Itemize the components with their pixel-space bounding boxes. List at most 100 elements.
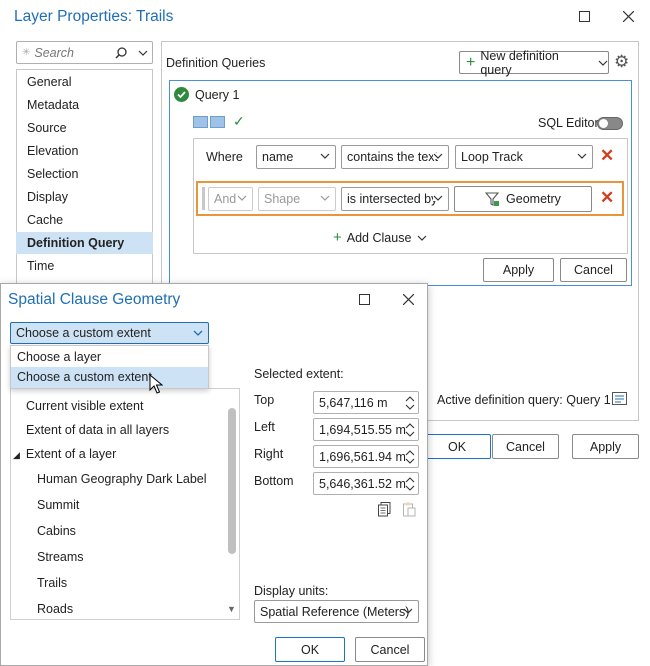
bottom-label: Bottom	[254, 474, 294, 488]
nav-item-general[interactable]: General	[16, 71, 153, 93]
geometry-label: Geometry	[506, 192, 561, 206]
value-select-loop-track[interactable]: Loop Track	[455, 145, 593, 169]
nav-item-label: Display	[27, 190, 68, 204]
paste-icon[interactable]	[403, 502, 416, 517]
nav-item-label: Definition Query	[27, 236, 125, 250]
copy-icon[interactable]	[378, 502, 391, 517]
nav-item-label: Time	[27, 259, 55, 273]
drag-handle[interactable]	[202, 187, 205, 210]
close-button[interactable]	[618, 6, 638, 26]
search-placeholder: Search	[34, 45, 74, 60]
spinner-icon[interactable]	[404, 447, 416, 467]
extent-type-select[interactable]: Choose a custom extent	[10, 322, 209, 344]
conjunction-select[interactable]: And	[208, 187, 253, 211]
close-button[interactable]	[398, 289, 418, 309]
ok-label: OK	[300, 642, 320, 657]
delete-clause-icon[interactable]: ✕	[600, 188, 614, 208]
spinner-icon[interactable]	[404, 420, 416, 440]
definition-queries-heading: Definition Queries	[166, 56, 266, 70]
chevron-down-icon	[320, 153, 330, 159]
tree-item-layer[interactable]: Summit	[37, 498, 79, 512]
operator-select-intersected[interactable]: is intersected by	[341, 187, 449, 211]
tree-item-layer[interactable]: Trails	[37, 576, 67, 590]
cancel-button[interactable]: Cancel	[492, 434, 559, 459]
apply-button[interactable]: Apply	[572, 434, 639, 459]
query-cancel-button[interactable]: Cancel	[560, 258, 627, 282]
ok-label: OK	[447, 439, 467, 454]
spinner-icon[interactable]	[404, 393, 416, 413]
apply-label: Apply	[502, 263, 535, 277]
dropdown-option-custom-extent[interactable]: Choose a custom extent	[11, 367, 208, 388]
display-units-select[interactable]: Spatial Reference (Meters)	[254, 600, 419, 623]
add-clause-button[interactable]: + Add Clause	[333, 229, 427, 246]
conjunction-value: And	[214, 192, 237, 206]
sparkle-icon: ✳	[22, 47, 31, 58]
scroll-down-icon[interactable]: ▼	[227, 604, 236, 614]
tree-item-all-layers-extent[interactable]: Extent of data in all layers	[26, 423, 169, 437]
top-input[interactable]: 5,647,116 m	[313, 391, 419, 414]
operator-select-contains[interactable]: contains the text	[341, 145, 449, 169]
sql-editor-toggle[interactable]	[597, 117, 623, 130]
sql-mode-icon[interactable]	[193, 116, 208, 128]
nav-item-display[interactable]: Display	[16, 186, 153, 208]
tree-group-label: Extent of a layer	[25, 447, 117, 461]
nav-item-time[interactable]: Time	[16, 255, 153, 277]
nav-item-label: General	[27, 75, 72, 89]
tree-item-layer[interactable]: Streams	[37, 550, 84, 564]
nav-item-selection[interactable]: Selection	[16, 163, 153, 185]
sql-editor-label: SQL Editor	[538, 116, 599, 130]
tree-item-layer[interactable]: Roads	[37, 602, 73, 616]
dialog-title: Spatial Clause Geometry	[8, 291, 181, 308]
query-info-icon[interactable]	[612, 392, 627, 405]
spinner-icon[interactable]	[404, 474, 416, 494]
chevron-down-icon	[417, 235, 427, 241]
plus-icon: +	[333, 229, 342, 246]
tree-scrollbar[interactable]	[228, 408, 236, 554]
left-input[interactable]: 1,694,515.55 m	[313, 418, 419, 441]
tree-item-current-extent[interactable]: Current visible extent	[26, 399, 143, 413]
right-input[interactable]: 1,696,561.94 m	[313, 445, 419, 468]
new-definition-query-button[interactable]: + New definition query	[459, 49, 609, 77]
maximize-button[interactable]	[574, 6, 594, 26]
dialog-ok-button[interactable]: OK	[275, 637, 345, 662]
search-icon	[115, 47, 127, 59]
maximize-button[interactable]	[354, 289, 374, 309]
nav-item-source[interactable]: Source	[16, 117, 153, 139]
bottom-input[interactable]: 5,646,361.52 m	[313, 472, 419, 495]
expand-triangle-icon[interactable]: ◢	[13, 450, 20, 460]
left-label: Left	[254, 420, 275, 434]
nav-item-cache[interactable]: Cache	[16, 209, 153, 231]
maximize-icon	[358, 293, 370, 305]
nav-item-elevation[interactable]: Elevation	[16, 140, 153, 162]
tree-group-layer-extent[interactable]: ◢ Extent of a layer	[13, 447, 116, 461]
ok-button[interactable]: OK	[424, 434, 491, 459]
chevron-down-icon	[138, 50, 148, 56]
apply-label: Apply	[589, 439, 622, 454]
selected-extent-label: Selected extent:	[254, 367, 344, 381]
nav-item-definition-query[interactable]: Definition Query	[16, 232, 153, 254]
top-label: Top	[254, 393, 275, 407]
field-select-shape[interactable]: Shape	[258, 187, 336, 211]
value-text: Loop Track	[461, 150, 523, 164]
nav-search-input[interactable]: ✳ Search	[16, 41, 153, 64]
nav-item-label: Source	[27, 121, 67, 135]
tree-item-layer[interactable]: Human Geography Dark Label	[37, 472, 207, 486]
chevron-down-icon	[193, 330, 203, 336]
nav-item-label: Elevation	[27, 144, 79, 158]
mouse-cursor-icon	[149, 374, 163, 394]
query-apply-button[interactable]: Apply	[483, 258, 554, 282]
gear-icon[interactable]: ⚙	[614, 52, 629, 72]
clause-mode-icon[interactable]	[210, 116, 225, 128]
where-label: Where	[206, 150, 243, 164]
dialog-cancel-button[interactable]: Cancel	[355, 637, 425, 662]
dropdown-option-layer[interactable]: Choose a layer	[11, 347, 208, 367]
add-clause-label: Add Clause	[346, 230, 412, 245]
delete-clause-icon[interactable]: ✕	[600, 146, 614, 166]
verify-check-icon[interactable]: ✓	[233, 113, 245, 130]
nav-item-metadata[interactable]: Metadata	[16, 94, 153, 116]
field-value: name	[262, 150, 294, 164]
field-select-name[interactable]: name	[256, 145, 336, 169]
chevron-down-icon	[237, 195, 247, 201]
tree-item-layer[interactable]: Cabins	[37, 524, 76, 538]
geometry-button[interactable]: Geometry	[454, 186, 592, 212]
